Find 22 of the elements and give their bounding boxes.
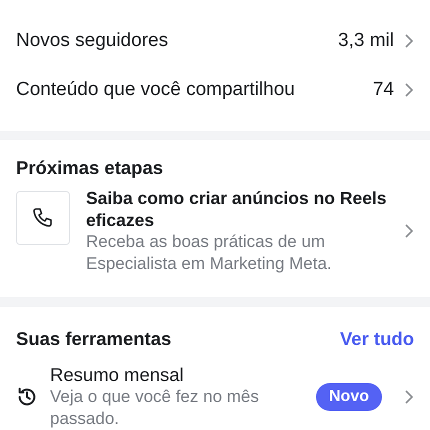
tool-description: Veja o que você fez no mês passado. xyxy=(50,386,260,430)
card-title: Saiba como criar anúncios no Reels eficazes xyxy=(86,187,388,232)
tool-row[interactable]: Resumo mensal Veja o que você fez no mês passado. Novo xyxy=(0,364,430,430)
next-step-card[interactable]: Saiba como criar anúncios no Reels eficazes Receba as boas práticas de um Especialista em Marketing Meta. xyxy=(0,187,430,276)
chevron-right-icon xyxy=(404,223,414,240)
chevron-right-icon xyxy=(404,33,414,50)
stat-value: 3,3 mil xyxy=(338,30,394,52)
chevron-right-icon xyxy=(404,388,414,405)
chevron-right-icon xyxy=(404,82,414,98)
stat-value: 74 xyxy=(372,79,394,102)
section-title: Suas ferramentas xyxy=(16,328,172,350)
stat-row[interactable]: Novos seguidores 3,3 mil xyxy=(0,16,430,66)
card-description: Receba as boas práticas de um Especialista em Marketing Meta. xyxy=(86,231,333,276)
tool-title: Resumo mensal xyxy=(50,364,185,386)
stat-row[interactable]: Conteúdo que você compartilhou 74 xyxy=(0,66,430,115)
stat-label: Conteúdo que você compartilhou xyxy=(16,79,296,102)
stat-label: Novos seguidores xyxy=(16,30,170,52)
section-title: Próximas etapas xyxy=(16,156,164,179)
phone-icon xyxy=(16,191,70,246)
new-badge: Novo xyxy=(316,382,382,411)
history-icon xyxy=(16,386,38,408)
see-all-link[interactable]: Ver tudo xyxy=(340,328,414,350)
